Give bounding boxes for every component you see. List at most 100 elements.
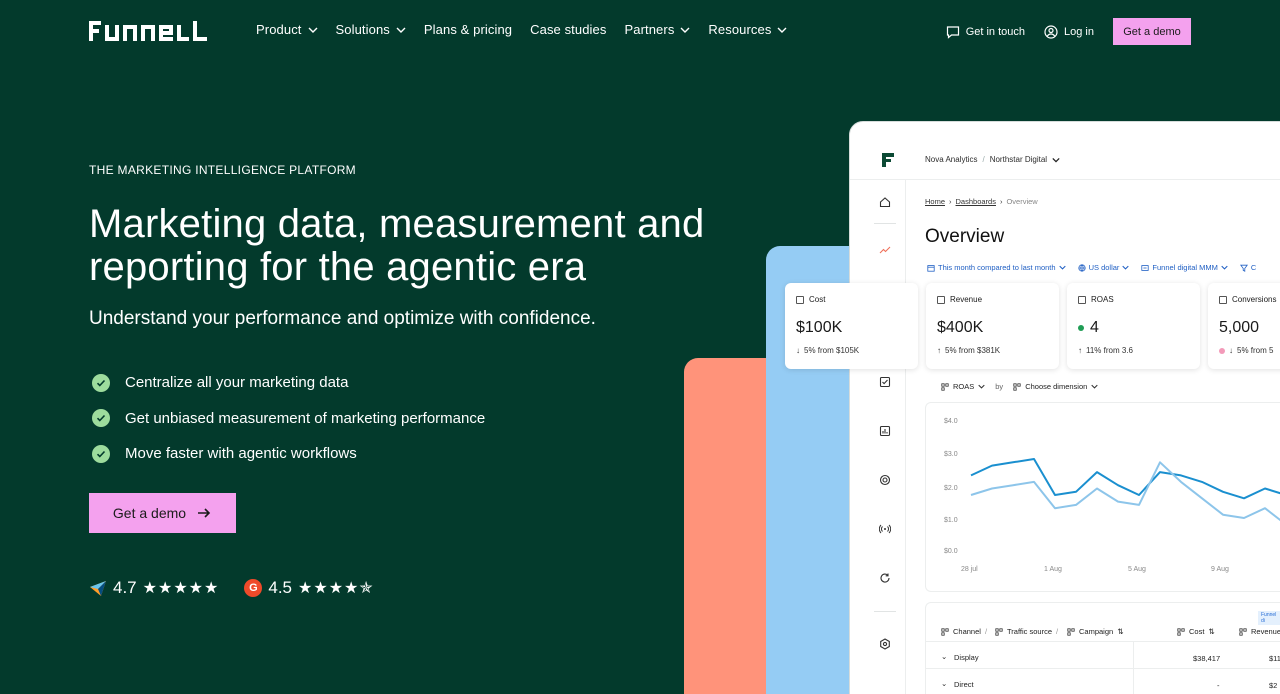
kpi-card-conversions[interactable]: Conversions 5,000 ↓ 5% from 5 xyxy=(1208,283,1280,369)
nav-solutions[interactable]: Solutions xyxy=(336,22,406,37)
column-header-revenue[interactable]: Revenue xyxy=(1239,627,1280,636)
metric-icon xyxy=(1177,627,1185,636)
metric-icon xyxy=(941,382,949,391)
hero-get-demo-button[interactable]: Get a demo xyxy=(89,493,236,533)
column-header-cost[interactable]: Cost ⇅ xyxy=(1177,627,1215,636)
breadcrumb-separator: › xyxy=(949,197,952,206)
nav-get-demo-button[interactable]: Get a demo xyxy=(1113,18,1191,45)
kpi-card-cost[interactable]: Cost $100K ↓ 5% from $105K xyxy=(785,283,918,369)
kpi-value: $400K xyxy=(937,319,984,336)
status-dot xyxy=(1219,347,1225,354)
chevron-down-icon xyxy=(396,27,406,33)
metric-icon xyxy=(937,295,945,304)
arrow-down-icon: ↓ xyxy=(1229,346,1233,355)
chevron-down-icon xyxy=(1122,265,1130,270)
kpi-delta-text: 5% from $105K xyxy=(804,346,860,355)
home-icon[interactable] xyxy=(879,196,891,208)
model-filter[interactable]: Funnel digital MMM xyxy=(1141,263,1228,272)
hero-eyebrow: THE MARKETING INTELLIGENCE PLATFORM xyxy=(89,163,356,177)
column-header-label: Cost xyxy=(1189,627,1205,636)
broadcast-icon[interactable] xyxy=(879,523,891,535)
roas-line-chart: $4.0 $3.0 $2.0 $1.0 $0.0 28 jul 1 Aug 5 … xyxy=(925,402,1280,592)
series-line-1 xyxy=(970,458,1280,500)
kpi-label-text: Revenue xyxy=(950,295,983,304)
kpi-label: Conversions xyxy=(1219,295,1276,304)
date-range-label: This month compared to last month xyxy=(938,263,1056,272)
workspace-switcher[interactable]: Nova Analytics / Northstar Digital xyxy=(925,155,1060,164)
column-header-label: Campaign xyxy=(1079,627,1114,636)
filter-button[interactable]: C xyxy=(1239,263,1256,272)
nav-product[interactable]: Product xyxy=(256,22,318,37)
nav-actions: Get in touch Log in Get a demo xyxy=(946,18,1191,45)
kpi-delta-text: 11% from 3.6 xyxy=(1086,346,1133,355)
rating-stars: ★★★★★ xyxy=(142,580,220,597)
row-expand-icon[interactable]: ⌄ xyxy=(941,679,947,688)
date-range-filter[interactable]: This month compared to last month xyxy=(927,263,1066,272)
nav-case-studies[interactable]: Case studies xyxy=(530,22,606,37)
column-header-traffic-source[interactable]: Traffic source / xyxy=(995,627,1058,636)
model-icon xyxy=(1141,264,1150,271)
column-header-channel[interactable]: Channel / xyxy=(941,627,987,636)
dashboard-topbar: Nova Analytics / Northstar Digital xyxy=(850,122,1280,180)
dashboard-sidebar xyxy=(850,180,906,694)
checklist-icon[interactable] xyxy=(879,376,891,388)
nav-resources[interactable]: Resources xyxy=(708,22,787,37)
user-circle-icon xyxy=(1044,24,1058,39)
check-circle-icon xyxy=(92,444,110,463)
kpi-value: $100K xyxy=(796,319,843,336)
nav-solutions-label: Solutions xyxy=(335,22,390,37)
feature-text: Centralize all your marketing data xyxy=(125,374,349,392)
metric-icon xyxy=(1239,627,1247,636)
header-separator: / xyxy=(1056,627,1059,636)
dimension-selector-label: Choose dimension xyxy=(1025,382,1088,391)
trend-up-icon[interactable] xyxy=(879,244,891,256)
chevron-down-icon xyxy=(308,27,318,33)
chevron-down-icon xyxy=(1221,265,1228,270)
feature-item: Get unbiased measurement of marketing pe… xyxy=(92,401,485,437)
chart-plot xyxy=(970,458,1280,522)
breadcrumb-home[interactable]: Home xyxy=(925,197,945,206)
dimension-icon xyxy=(995,627,1003,636)
metric-selector[interactable]: ROAS xyxy=(941,382,985,391)
kpi-card-roas[interactable]: ROAS 4 ↑ 11% from 3.6 xyxy=(1067,283,1200,369)
sort-icon: ⇅ xyxy=(1117,627,1124,636)
login-label: Log in xyxy=(1064,25,1094,38)
check-circle-icon xyxy=(92,373,110,392)
table-cell-channel[interactable]: Display xyxy=(954,653,979,662)
chat-bubble-icon xyxy=(946,25,959,39)
chart-controls: ROAS by Choose dimension xyxy=(941,382,1098,391)
kpi-delta-text: 5% from 5 xyxy=(1237,346,1274,355)
nav-plans-pricing[interactable]: Plans & pricing xyxy=(424,22,512,37)
row-expand-icon[interactable]: ⌄ xyxy=(941,652,947,661)
kpi-label: Revenue xyxy=(937,295,982,304)
get-in-touch-link[interactable]: Get in touch xyxy=(946,25,1025,39)
breadcrumb-separator: › xyxy=(999,197,1003,206)
breakdown-table xyxy=(925,602,1280,694)
target-icon[interactable] xyxy=(879,474,891,486)
capterra-rating[interactable]: 4.7 ★★★★★ xyxy=(89,578,219,598)
refresh-icon[interactable] xyxy=(879,572,891,584)
currency-filter[interactable]: US dollar xyxy=(1077,263,1130,272)
org-separator: / xyxy=(982,155,985,164)
breadcrumb-dashboards[interactable]: Dashboards xyxy=(956,197,996,206)
login-link[interactable]: Log in xyxy=(1044,24,1094,39)
bar-chart-icon[interactable] xyxy=(879,425,891,437)
rating-stars: ★★★★✯ xyxy=(298,580,374,597)
nav-resources-label: Resources xyxy=(708,22,772,37)
hero-headline: Marketing data, measurement and reportin… xyxy=(89,202,705,289)
kpi-card-revenue[interactable]: Revenue $400K ↑ 5% from $381K xyxy=(926,283,1059,369)
kpi-delta: ↓ 5% from $105K xyxy=(796,346,859,355)
dimension-selector[interactable]: Choose dimension xyxy=(1013,382,1098,391)
table-cell-channel[interactable]: Direct xyxy=(954,680,974,689)
kpi-delta-text: 5% from $381K xyxy=(945,346,1001,355)
header-separator: / xyxy=(984,627,988,636)
kpi-label-text: Conversions xyxy=(1232,295,1277,304)
funnel-logo[interactable] xyxy=(89,21,214,41)
g2-icon: G xyxy=(244,579,263,597)
g2-rating[interactable]: G 4.5 ★★★★✯ xyxy=(244,578,373,598)
nav-partners[interactable]: Partners xyxy=(624,22,690,37)
feature-text: Get unbiased measurement of marketing pe… xyxy=(125,409,486,427)
dimension-icon xyxy=(1013,382,1021,391)
column-header-campaign[interactable]: Campaign ⇅ xyxy=(1067,627,1123,636)
settings-icon[interactable] xyxy=(879,638,891,650)
